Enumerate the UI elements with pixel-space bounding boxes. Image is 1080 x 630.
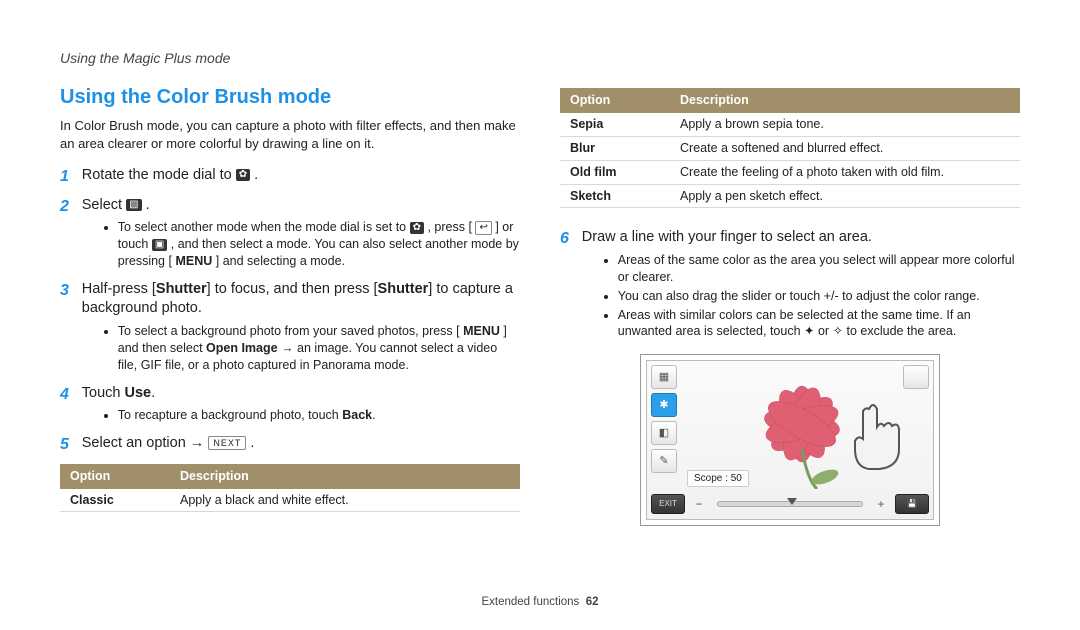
minus-button[interactable]: − (691, 496, 707, 512)
step-2-sub: To select another mode when the mode dia… (118, 219, 520, 270)
scope-label: Scope : 50 (687, 470, 749, 488)
step-2-text-b: . (146, 197, 150, 213)
th-option: Option (560, 88, 670, 113)
table-row: SketchApply a pen sketch effect. (560, 184, 1020, 208)
select-mode-icon: ▧ (126, 199, 141, 211)
table-row: BlurCreate a softened and blurred effect… (560, 136, 1020, 160)
opt-desc: Create a softened and blurred effect. (670, 136, 1020, 160)
opt-desc: Create the feeling of a photo taken with… (670, 160, 1020, 184)
step-1-text-a: Rotate the mode dial to (82, 167, 236, 183)
step-2: 2 Select ▧ . To select another mode when… (60, 196, 520, 272)
step-1-text-b: . (254, 167, 258, 183)
t: To select another mode when the mode dia… (118, 220, 410, 234)
th-description: Description (170, 464, 520, 489)
t: , press [ (427, 220, 471, 234)
mode-dial-icon: ✿ (236, 169, 250, 181)
plus-button[interactable]: + (873, 496, 889, 512)
t: ] to focus, and then press [ (207, 281, 378, 297)
opt-name: Classic (60, 489, 170, 512)
step-number: 1 (60, 166, 78, 188)
th-option: Option (60, 464, 170, 489)
step-6: 6 Draw a line with your finger to select… (560, 228, 1020, 342)
tool-button[interactable]: ◧ (651, 421, 677, 445)
step-6-lead: Draw a line with your finger to select a… (582, 229, 872, 245)
step-4-sub: To recapture a background photo, touch B… (118, 407, 520, 424)
step-1: 1 Rotate the mode dial to ✿ . (60, 166, 520, 188)
t: ] and selecting a mode. (216, 254, 345, 268)
camera-screenshot: ▦ ✱ ◧ ✎ (640, 354, 940, 526)
options-table-right: Option Description SepiaApply a brown se… (560, 88, 1020, 208)
opt-name: Old film (560, 160, 670, 184)
back-label: Back (342, 408, 372, 422)
tool-button[interactable]: ✎ (651, 449, 677, 473)
tool-button[interactable]: ▦ (651, 365, 677, 389)
step-number: 6 (560, 228, 578, 250)
mode-dial-icon: ✿ (410, 222, 424, 234)
step-6-sub2: You can also drag the slider or touch +/… (618, 288, 1020, 305)
tool-button-active[interactable]: ✱ (651, 393, 677, 417)
t: To select a background photo from your s… (118, 324, 460, 338)
exit-button[interactable]: EXIT (651, 494, 685, 514)
t: Select an option → (82, 435, 209, 451)
tool-sidebar: ▦ ✱ ◧ ✎ (651, 365, 677, 489)
options-table-left: Option Description Classic Apply a black… (60, 464, 520, 513)
save-button[interactable]: 💾 (895, 494, 929, 514)
use-label: Use (125, 385, 152, 401)
next-pill: NEXT (208, 436, 246, 450)
footer-section: Extended functions (481, 596, 579, 608)
opt-name: Sepia (560, 113, 670, 136)
footer-page: 62 (586, 596, 599, 608)
table-row: Classic Apply a black and white effect. (60, 489, 520, 512)
step-number: 4 (60, 384, 78, 406)
step-3-sub: To select a background photo from your s… (118, 323, 520, 374)
step-number: 2 (60, 196, 78, 218)
intro-text: In Color Brush mode, you can capture a p… (60, 117, 520, 152)
open-image-label: Open Image (206, 341, 278, 355)
touch-icon: ▣ (152, 239, 167, 251)
exclude-brush-icon-1: ✦ (804, 324, 814, 338)
table-row: Old filmCreate the feeling of a photo ta… (560, 160, 1020, 184)
shutter-label: Shutter (378, 281, 429, 297)
right-column: Option Description SepiaApply a brown se… (560, 84, 1020, 526)
step-6-sub3: Areas with similar colors can be selecte… (618, 307, 1020, 341)
page-footer: Extended functions 62 (0, 596, 1080, 608)
left-column: Using the Color Brush mode In Color Brus… (60, 84, 520, 526)
finger-pointer-icon (849, 401, 905, 471)
exclude-brush-icon-2: ✧ (833, 324, 843, 338)
t: or (818, 324, 833, 338)
opt-desc: Apply a black and white effect. (170, 489, 520, 512)
th-description: Description (670, 88, 1020, 113)
step-6-sub1: Areas of the same color as the area you … (618, 252, 1020, 286)
t: Touch (82, 385, 125, 401)
t: . (372, 408, 375, 422)
step-2-text-a: Select (82, 197, 126, 213)
step-number: 3 (60, 280, 78, 302)
menu-button-label: MENU (175, 254, 212, 268)
preview-thumb[interactable] (903, 365, 929, 389)
table-row: SepiaApply a brown sepia tone. (560, 113, 1020, 136)
t: Half-press [ (82, 281, 156, 297)
t: . (250, 435, 254, 451)
t: . (151, 385, 155, 401)
opt-name: Sketch (560, 184, 670, 208)
t: To recapture a background photo, touch (118, 408, 342, 422)
t: to exclude the area. (847, 324, 957, 338)
section-heading: Using the Color Brush mode (60, 84, 520, 111)
breadcrumb: Using the Magic Plus mode (60, 50, 1020, 66)
menu-button-label: MENU (463, 324, 500, 338)
opt-desc: Apply a pen sketch effect. (670, 184, 1020, 208)
step-4: 4 Touch Use. To recapture a background p… (60, 384, 520, 426)
opt-desc: Apply a brown sepia tone. (670, 113, 1020, 136)
step-5: 5 Select an option → NEXT . (60, 434, 520, 456)
back-arrow-icon: ↩ (475, 221, 491, 235)
shutter-label: Shutter (156, 281, 207, 297)
scope-slider[interactable] (717, 501, 863, 507)
step-3: 3 Half-press [Shutter] to focus, and the… (60, 280, 520, 376)
step-number: 5 (60, 434, 78, 456)
opt-name: Blur (560, 136, 670, 160)
